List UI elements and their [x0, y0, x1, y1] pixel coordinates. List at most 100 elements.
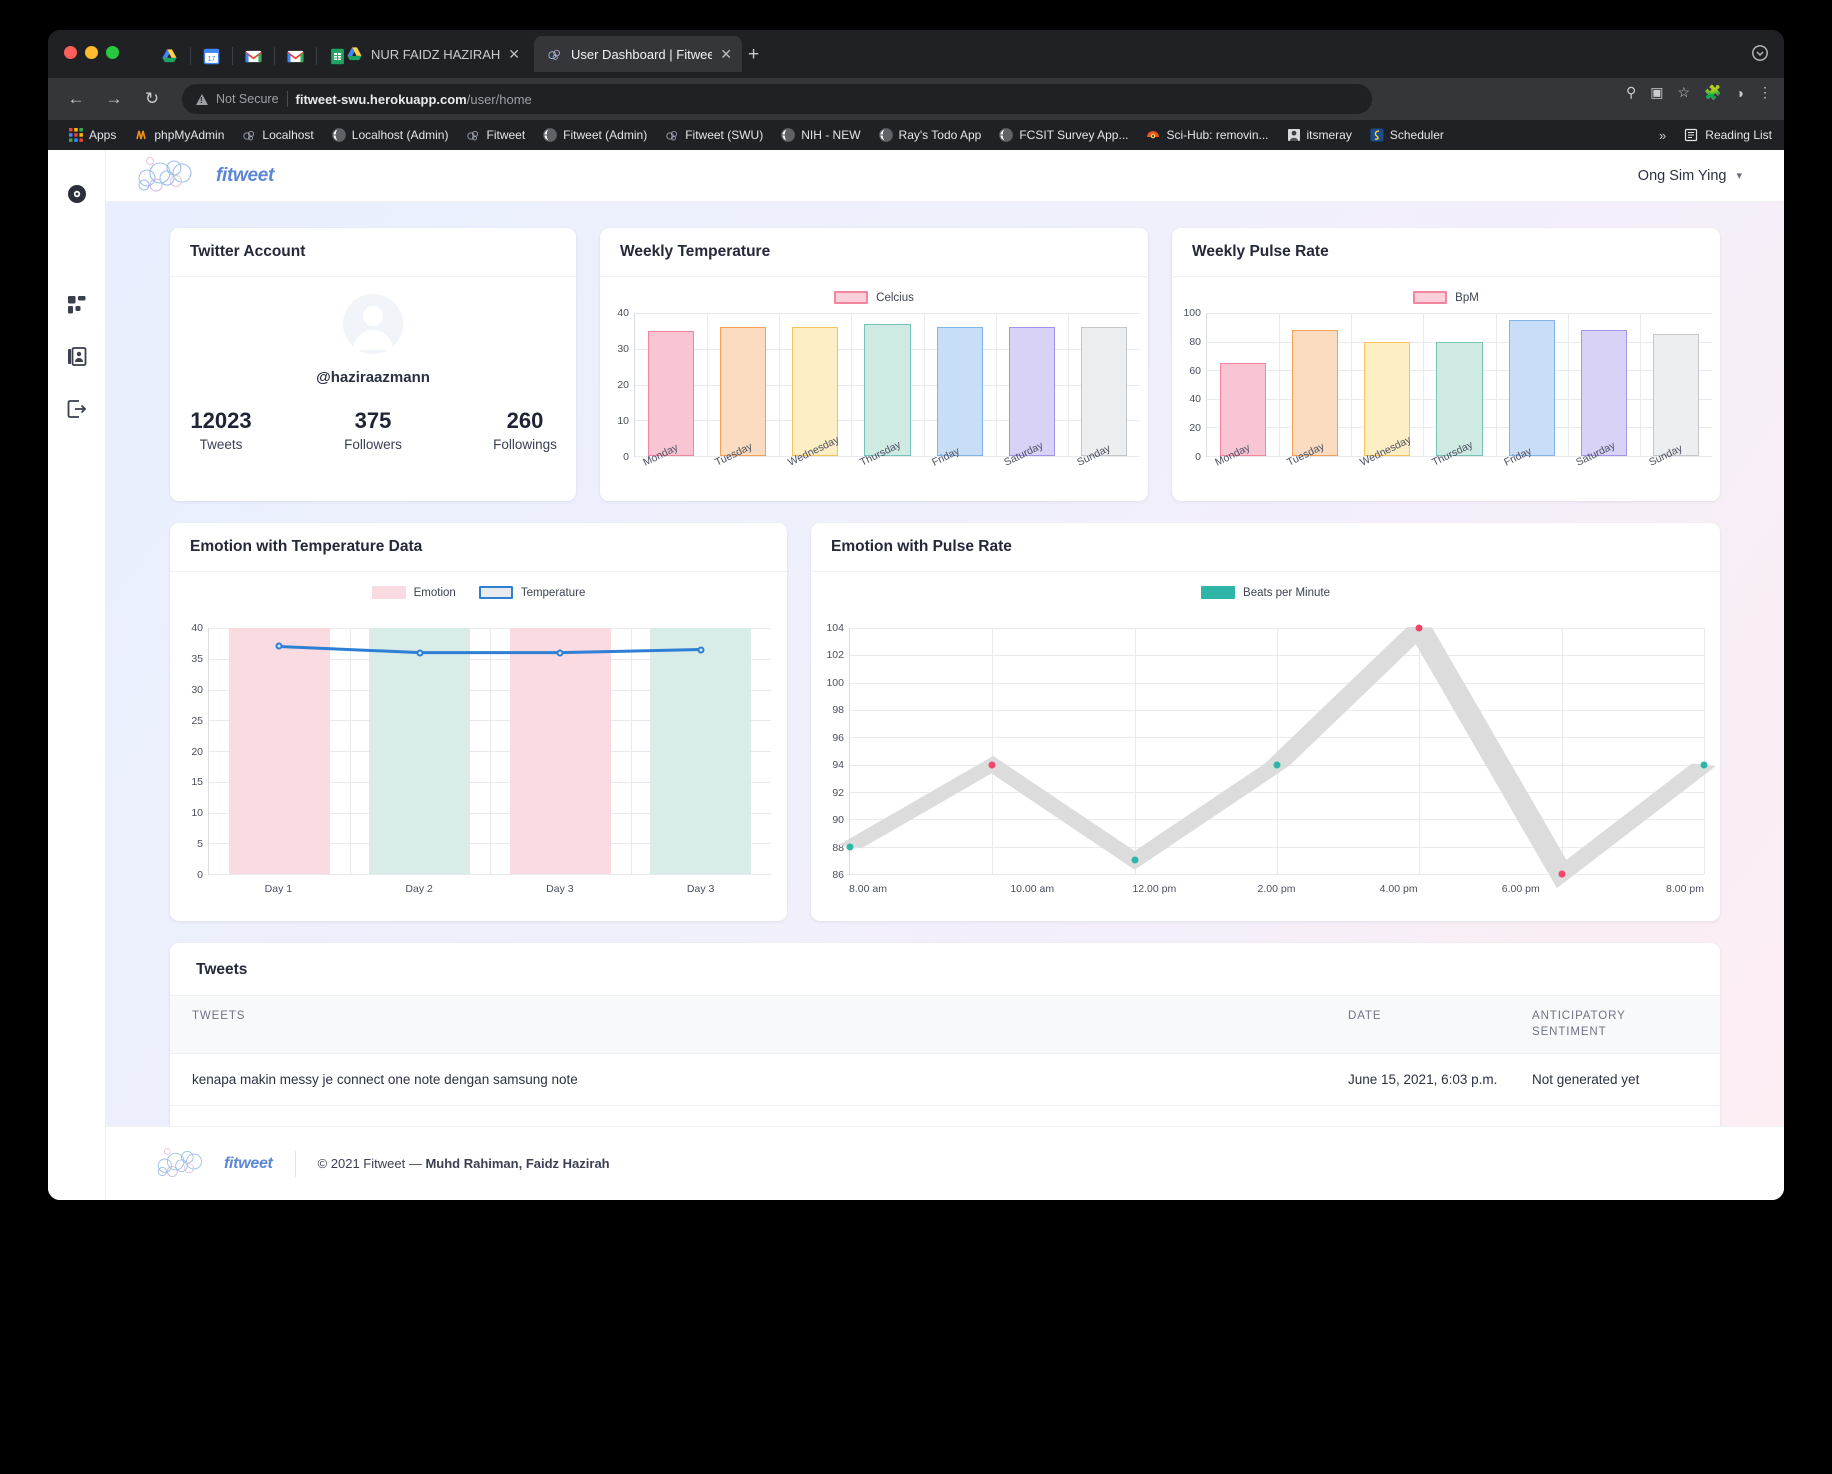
x-tick-label: 6.00 pm: [1501, 883, 1540, 895]
reading-list-label: Reading List: [1705, 128, 1772, 142]
browser-window: 17 NUR FAIDZ HAZIRAH ✕ User Dashboard | …: [48, 30, 1784, 1200]
close-tab-button[interactable]: ✕: [508, 47, 520, 61]
user-menu[interactable]: Ong Sim Ying ▾: [1638, 168, 1742, 184]
new-tab-button[interactable]: +: [748, 44, 759, 66]
page-viewport: fitweet Ong Sim Ying ▾ Twitter Account @…: [48, 150, 1784, 1200]
bookmark-apps[interactable]: Apps: [60, 124, 125, 146]
star-icon[interactable]: ☆: [1678, 84, 1691, 101]
window-controls[interactable]: [64, 46, 119, 59]
globe-icon: [781, 128, 796, 142]
cell-sentiment: Not generated yet: [1532, 1124, 1698, 1126]
browser-toolbar: ← → ↻ Not Secure fitweet-swu.herokuapp.c…: [48, 78, 1784, 120]
scheduler-icon: [1370, 128, 1384, 142]
translate-icon[interactable]: ▣: [1650, 84, 1663, 101]
calendar-icon: 17: [203, 48, 219, 64]
stat-value: 260: [506, 408, 544, 433]
bookmark-fcsit-survey-app[interactable]: FCSIT Survey App...: [990, 124, 1137, 146]
dashboard-canvas: Twitter Account @haziraazmann 12023 Twee…: [106, 202, 1784, 1126]
column-header-date: DATE: [1348, 1010, 1382, 1022]
pinned-tab-calendar[interactable]: 17: [190, 40, 232, 72]
pinned-tab-gmail-2[interactable]: [274, 40, 316, 72]
forward-button[interactable]: →: [98, 83, 130, 115]
bookmark-label: Apps: [89, 128, 117, 142]
footer-divider: [294, 1150, 296, 1177]
pinned-tab-gmail-1[interactable]: [232, 40, 274, 72]
profile-icon[interactable]: ◑: [1736, 85, 1744, 101]
fitweet-icon: [243, 130, 255, 141]
stat-label: Tweets: [199, 437, 243, 452]
sidebar-item-records[interactable]: [66, 346, 88, 368]
menu-icon[interactable]: ⋮: [1758, 84, 1772, 101]
y-tick-label: 96: [832, 731, 844, 744]
plot-area: 0 5 10 15 20 25 30 35 40: [170, 622, 771, 881]
bookmark-scheduler[interactable]: Scheduler: [1361, 124, 1453, 146]
pinned-tab-drive[interactable]: [148, 40, 190, 72]
data-points: [846, 624, 1708, 878]
footer-copyright: © 2021 Fitweet —: [317, 1156, 426, 1171]
tab-user-dashboard[interactable]: User Dashboard | Fitweet ✕: [534, 36, 742, 72]
y-tick-label: 92: [832, 786, 844, 799]
bookmark-itsmeray[interactable]: itsmeray: [1278, 124, 1361, 146]
bookmark-fitweet-swu[interactable]: Fitweet (SWU): [656, 124, 772, 146]
reload-button[interactable]: ↻: [136, 83, 168, 115]
reading-list-button[interactable]: Reading List: [1684, 128, 1772, 142]
legend-swatch: [1201, 586, 1236, 599]
maximize-window-button[interactable]: [106, 46, 119, 59]
y-tick-label: 0: [1195, 451, 1201, 463]
twitter-handle: @haziraazmann: [316, 369, 430, 386]
bookmark-fitweet[interactable]: Fitweet: [457, 124, 534, 146]
close-tab-button[interactable]: ✕: [720, 47, 732, 61]
x-axis-labels: Monday Tuesday Wednesday Thursday Friday Satu…: [634, 434, 1140, 501]
app-logo[interactable]: fitweet: [134, 156, 274, 196]
bookmark-sci-hub[interactable]: Sci-Hub: removin...: [1137, 124, 1277, 146]
cell-date: June 12, 2021, 9:42 p.m.: [1348, 1124, 1532, 1126]
key-icon[interactable]: ⚲: [1626, 84, 1636, 101]
fitweet-logo-icon: [157, 1147, 202, 1177]
reading-list-icon: [1685, 128, 1698, 142]
legend-swatch: [834, 291, 869, 304]
sidebar-item-logout[interactable]: [66, 398, 88, 420]
extensions-icon[interactable]: 🧩: [1704, 84, 1721, 101]
cell-tweet: kenapa makin messy je connect one note d…: [192, 1072, 578, 1088]
user-name: Ong Sim Ying: [1637, 167, 1727, 184]
logout-icon: [67, 400, 86, 418]
legend-swatch: [478, 586, 513, 599]
data-point: [988, 761, 996, 769]
sidebar-item-dashboard[interactable]: [66, 294, 88, 316]
bookmark-rays-todo-app[interactable]: Ray's Todo App: [870, 124, 991, 146]
bookmark-phpmyadmin[interactable]: phpMyAdmin: [125, 124, 233, 146]
toolbar-icons: ⚲ ▣ ☆ 🧩 ◑ ⋮: [1626, 84, 1772, 101]
bookmark-localhost[interactable]: Localhost: [233, 124, 322, 146]
back-button[interactable]: ←: [60, 83, 92, 115]
bookmark-label: Localhost: [262, 128, 314, 142]
minimize-window-button[interactable]: [85, 46, 98, 59]
bookmark-fitweet-admin[interactable]: Fitweet (Admin): [534, 124, 656, 146]
gmail-icon: [287, 50, 303, 62]
bookmarks-overflow-button[interactable]: »: [1653, 128, 1672, 143]
legend-label: Temperature: [520, 586, 586, 599]
bookmarks-bar: Apps phpMyAdmin Localhost Localhost (Adm…: [48, 120, 1784, 150]
y-tick-label: 40: [617, 307, 629, 319]
svg-text:17: 17: [207, 54, 215, 62]
sidebar-item-record[interactable]: [48, 168, 105, 220]
legend-swatch: [1413, 291, 1448, 304]
weekly-pulse-rate-card: Weekly Pulse Rate BpM 0 20 40 60 80 100 Monday T…: [1172, 228, 1720, 501]
x-axis-labels: Monday Tuesday Wednesday Thursday Friday Satu…: [1206, 434, 1712, 501]
table-row[interactable]: kenapa makin messy je connect one note d…: [170, 1054, 1720, 1107]
stat-followings: 260 Followings: [477, 408, 573, 452]
pinned-tabs[interactable]: 17: [148, 40, 358, 72]
bookmark-nih-new[interactable]: NIH - NEW: [772, 124, 869, 146]
bookmark-localhost-admin[interactable]: Localhost (Admin): [323, 124, 458, 146]
close-window-button[interactable]: [64, 46, 77, 59]
drive-icon: [161, 48, 177, 62]
bookmark-label: Fitweet (Admin): [563, 128, 648, 142]
table-row[interactable]: dulu selalu tunggu2 fiesta dengan ija se…: [170, 1106, 1720, 1126]
address-bar[interactable]: Not Secure fitweet-swu.herokuapp.com/use…: [182, 84, 1372, 114]
cell-tweet: dulu selalu tunggu2 fiesta dengan ija se…: [192, 1124, 1348, 1126]
tab-search-button[interactable]: [1752, 45, 1768, 66]
y-tick-label: 30: [191, 683, 203, 696]
tab-nur-faidz[interactable]: NUR FAIDZ HAZIRAH BINTI NO ✕: [334, 36, 530, 72]
plot-area: 86 88 90 92 94 96 98 100 102 104: [811, 622, 1716, 889]
y-tick-label: 30: [617, 343, 629, 355]
chart-canvas: Beats per Minute 86 88 90 92 94 96 98 100 102 104 8…: [811, 572, 1720, 921]
